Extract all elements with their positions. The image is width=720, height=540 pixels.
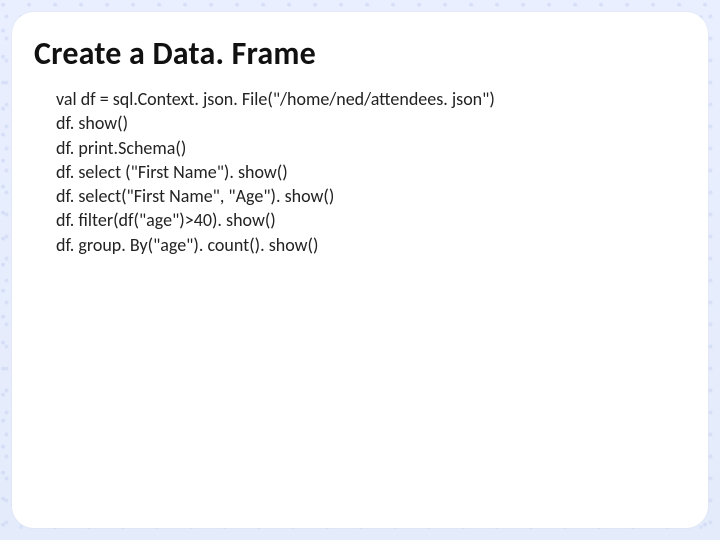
code-line: df. select("First Name", "Age"). show() [56,184,682,208]
code-line: df. show() [56,111,682,135]
code-line: df. filter(df("age")>40). show() [56,208,682,232]
code-line: df. group. By("age"). count(). show() [56,233,682,257]
code-line: df. print.Schema() [56,136,682,160]
code-block: val df = sql.Context. json. File("/home/… [34,87,682,257]
slide-background: Create a Data. Frame val df = sql.Contex… [0,0,720,540]
slide-title: Create a Data. Frame [34,34,682,73]
code-line: df. select ("First Name"). show() [56,160,682,184]
code-line: val df = sql.Context. json. File("/home/… [56,87,682,111]
content-card: Create a Data. Frame val df = sql.Contex… [12,12,708,528]
